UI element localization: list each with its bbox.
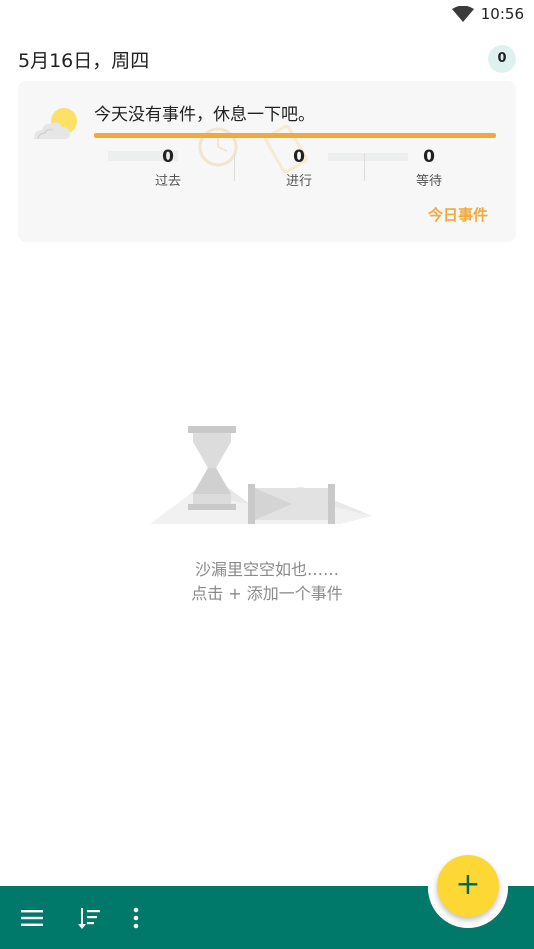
today-events-link[interactable]: 今日事件 [428,204,488,225]
status-bar: 10:56 [0,0,534,30]
plus-icon: + [455,867,481,902]
add-event-button[interactable]: + [437,855,499,917]
stat-label: 进行 [285,174,312,189]
stat-label: 等待 [415,174,442,189]
stat-value: 0 [293,147,305,167]
event-count-badge[interactable]: 0 [488,45,516,73]
stat-value: 0 [423,147,435,167]
stat-waiting[interactable]: 0 等待 [369,147,489,189]
stat-label: 过去 [154,174,181,189]
summary-progress-bar [94,133,496,138]
page-title: 5月16日，周四 [18,50,150,72]
stat-ongoing[interactable]: 0 进行 [239,147,359,189]
menu-icon[interactable] [18,904,46,932]
hourglass-icon [150,426,372,524]
more-vertical-icon[interactable] [122,904,150,932]
empty-state-hint: 点击 + 添加一个事件 [191,584,343,603]
partly-sunny-icon [34,108,77,140]
stat-past[interactable]: 0 过去 [108,147,228,189]
summary-message: 今天没有事件，休息一下吧。 [94,105,315,125]
stat-divider [364,153,365,181]
sort-icon[interactable] [76,904,104,932]
empty-state-title: 沙漏里空空如也…… [194,560,339,579]
stat-divider [234,153,235,181]
today-summary-card[interactable]: 今天没有事件，休息一下吧。 0 过去 0 进行 0 等待 今日事件 [18,81,516,242]
wifi-icon [452,6,474,22]
stat-value: 0 [162,147,174,167]
status-time: 10:56 [480,5,524,23]
